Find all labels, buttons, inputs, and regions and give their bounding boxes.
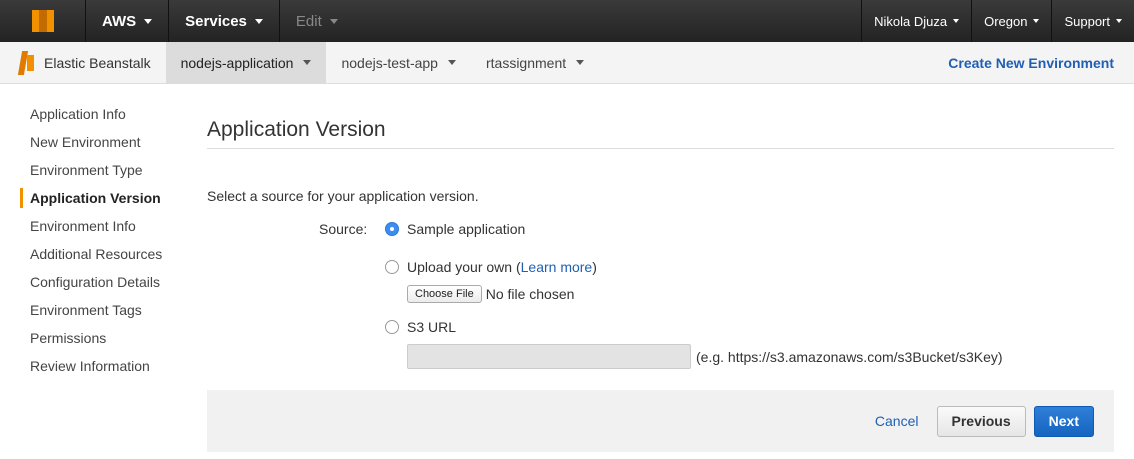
learn-more-link[interactable]: Learn more bbox=[521, 259, 593, 275]
next-button[interactable]: Next bbox=[1033, 405, 1094, 437]
upload-your-own-label: Upload your own ( bbox=[407, 259, 521, 275]
source-label: Source: bbox=[319, 221, 368, 237]
service-name: Elastic Beanstalk bbox=[44, 54, 151, 71]
intro-text: Select a source for your application ver… bbox=[207, 188, 479, 204]
sample-application-label: Sample application bbox=[407, 221, 526, 237]
step-environment-info[interactable]: Environment Info bbox=[0, 212, 180, 240]
region-menu[interactable]: Oregon bbox=[971, 0, 1051, 42]
app-tab-label: nodejs-application bbox=[180, 54, 294, 71]
step-permissions[interactable]: Permissions bbox=[0, 324, 180, 352]
file-chooser: Choose File No file chosen bbox=[407, 285, 574, 303]
edit-menu-label: Edit bbox=[295, 12, 322, 30]
step-review-information[interactable]: Review Information bbox=[0, 352, 180, 380]
option-s3-url[interactable]: S3 URL bbox=[385, 319, 456, 335]
main-content: Application Version Select a source for … bbox=[207, 100, 1114, 369]
account-menus: Nikola Djuza Oregon Support bbox=[861, 0, 1134, 42]
chevron-down-icon bbox=[576, 60, 585, 65]
aws-menu-label: AWS bbox=[102, 12, 137, 30]
edit-menu[interactable]: Edit bbox=[280, 0, 354, 42]
step-additional-resources[interactable]: Additional Resources bbox=[0, 240, 180, 268]
wizard-footer: Cancel Previous Next bbox=[207, 390, 1114, 452]
user-menu[interactable]: Nikola Djuza bbox=[861, 0, 971, 42]
aws-cube-icon bbox=[31, 10, 54, 32]
region-name: Oregon bbox=[984, 13, 1028, 29]
step-configuration-details[interactable]: Configuration Details bbox=[0, 268, 180, 296]
chevron-down-icon bbox=[254, 18, 263, 24]
service-brand[interactable]: Elastic Beanstalk bbox=[0, 42, 166, 84]
wizard-steps: Application Info New Environment Environ… bbox=[0, 100, 180, 380]
upload-your-own-radio[interactable] bbox=[385, 260, 399, 274]
s3-url-label: S3 URL bbox=[407, 319, 457, 335]
top-navigation-bar: AWS Services Edit Nikola Djuza Oregon Su… bbox=[0, 0, 1134, 42]
chevron-down-icon bbox=[447, 60, 456, 65]
app-tab-label: rtassignment bbox=[485, 54, 567, 71]
app-tab-nodejs-test-app[interactable]: nodejs-test-app bbox=[326, 42, 471, 84]
beanstalk-icon bbox=[17, 50, 36, 75]
chevron-down-icon bbox=[1116, 19, 1122, 23]
support-label: Support bbox=[1064, 13, 1110, 29]
sample-application-radio[interactable] bbox=[385, 222, 399, 236]
upload-label-end: ) bbox=[592, 259, 597, 275]
user-name: Nikola Djuza bbox=[874, 13, 948, 29]
page-title: Application Version bbox=[207, 100, 1114, 149]
choose-file-button[interactable]: Choose File bbox=[407, 285, 482, 303]
s3-url-hint: (e.g. https://s3.amazonaws.com/s3Bucket/… bbox=[696, 348, 1003, 365]
services-menu[interactable]: Services bbox=[169, 0, 280, 42]
s3-url-input[interactable] bbox=[407, 344, 691, 369]
step-application-info[interactable]: Application Info bbox=[0, 100, 180, 128]
chevron-down-icon bbox=[953, 19, 960, 23]
app-tab-nodejs-application[interactable]: nodejs-application bbox=[165, 41, 327, 84]
aws-menu[interactable]: AWS bbox=[86, 0, 170, 42]
cancel-link[interactable]: Cancel bbox=[875, 413, 919, 429]
chevron-down-icon bbox=[329, 18, 338, 24]
step-new-environment[interactable]: New Environment bbox=[0, 128, 180, 156]
file-status: No file chosen bbox=[485, 286, 575, 302]
service-bar: Elastic Beanstalk nodejs-application nod… bbox=[0, 41, 1134, 84]
s3-url-row: (e.g. https://s3.amazonaws.com/s3Bucket/… bbox=[407, 344, 1003, 369]
step-application-version[interactable]: Application Version bbox=[0, 184, 180, 212]
chevron-down-icon bbox=[144, 18, 153, 24]
chevron-down-icon bbox=[303, 60, 312, 65]
aws-logo[interactable] bbox=[0, 0, 86, 42]
app-tab-label: nodejs-test-app bbox=[341, 54, 438, 71]
app-tab-rtassignment[interactable]: rtassignment bbox=[471, 42, 599, 84]
support-menu[interactable]: Support bbox=[1051, 0, 1134, 42]
option-upload-your-own[interactable]: Upload your own (Learn more) bbox=[385, 259, 597, 275]
option-sample-application[interactable]: Sample application bbox=[385, 221, 525, 237]
step-environment-type[interactable]: Environment Type bbox=[0, 156, 180, 184]
step-environment-tags[interactable]: Environment Tags bbox=[0, 296, 180, 324]
services-menu-label: Services bbox=[185, 12, 247, 30]
previous-button[interactable]: Previous bbox=[936, 405, 1026, 437]
chevron-down-icon bbox=[1033, 19, 1040, 23]
create-new-environment-link[interactable]: Create New Environment bbox=[948, 55, 1134, 71]
s3-url-radio[interactable] bbox=[385, 320, 399, 334]
